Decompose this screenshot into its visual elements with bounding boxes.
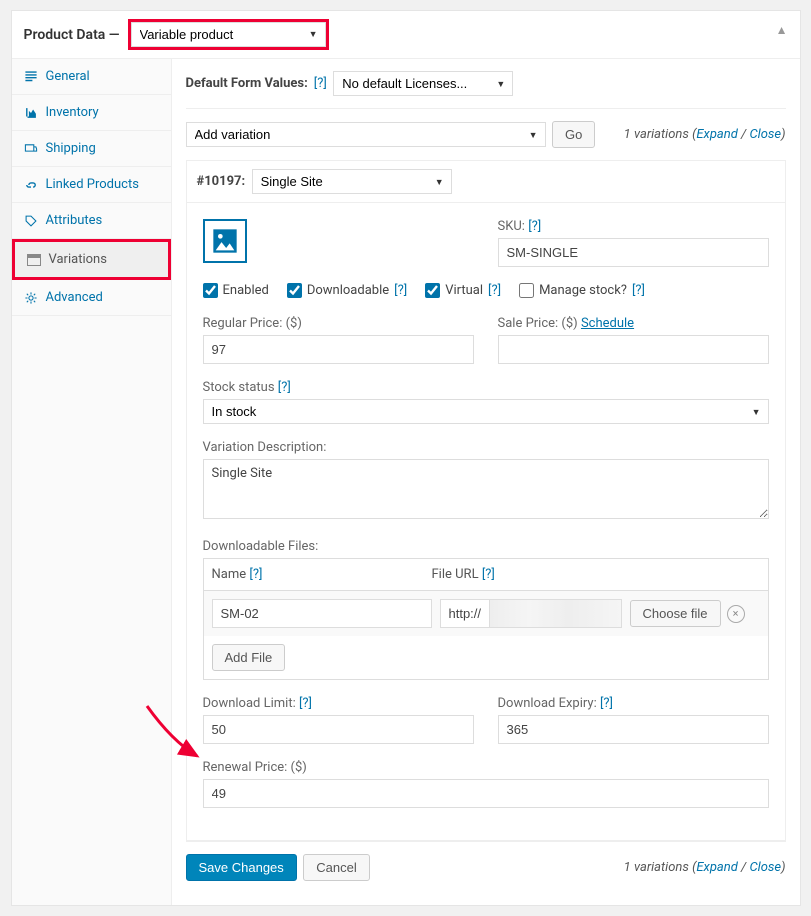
sidebar-item-linked-products[interactable]: Linked Products	[12, 167, 171, 203]
variations-info: 1 variations (Expand / Close)	[624, 127, 786, 142]
panel-title: Product Data —	[24, 27, 120, 43]
help-icon[interactable]: [?]	[632, 283, 645, 298]
download-expiry-input[interactable]	[498, 715, 769, 744]
downloadable-files-label: Downloadable Files:	[203, 539, 769, 554]
link-icon	[24, 178, 38, 192]
enabled-checkbox[interactable]	[203, 283, 218, 298]
manage-stock-checkbox-label[interactable]: Manage stock? [?]	[519, 283, 645, 298]
help-icon[interactable]: [?]	[528, 219, 541, 234]
gear-icon	[24, 291, 38, 305]
sidebar-item-attributes[interactable]: Attributes	[12, 203, 171, 239]
renewal-price-label: Renewal Price: ($)	[203, 760, 769, 775]
variation-attribute-select[interactable]: Single Site	[252, 169, 452, 194]
add-file-button[interactable]: Add File	[212, 644, 286, 671]
wrench-icon	[24, 70, 38, 84]
close-link[interactable]: Close	[749, 127, 781, 142]
file-name-header: Name [?]	[204, 559, 424, 590]
sidebar-item-shipping[interactable]: Shipping	[12, 131, 171, 167]
help-icon[interactable]: [?]	[488, 283, 501, 298]
virtual-checkbox-label[interactable]: Virtual [?]	[425, 283, 501, 298]
help-icon[interactable]: [?]	[482, 567, 495, 582]
help-icon[interactable]: [?]	[600, 696, 613, 711]
add-variation-select[interactable]: Add variation	[186, 122, 546, 147]
regular-price-input[interactable]	[203, 335, 474, 364]
downloadable-files-table: Name [?] File URL [?] xxxxxxxxxxxxxxxxx …	[203, 558, 769, 680]
file-url-input[interactable]	[440, 599, 490, 628]
sidebar-label: Variations	[49, 252, 107, 267]
variation-body: SKU: [?] Enabled Downloadable [?] Virtua…	[186, 203, 786, 841]
downloadable-checkbox[interactable]	[287, 283, 302, 298]
sidebar-label: Linked Products	[46, 177, 139, 192]
download-expiry-label: Download Expiry: [?]	[498, 696, 769, 711]
stock-status-label: Stock status [?]	[203, 380, 769, 395]
help-icon[interactable]: [?]	[394, 283, 407, 298]
sidebar-item-general[interactable]: General	[12, 59, 171, 95]
downloadable-checkbox-label[interactable]: Downloadable [?]	[287, 283, 407, 298]
product-type-select[interactable]: Variable product	[131, 22, 326, 47]
sidebar-item-advanced[interactable]: Advanced	[12, 280, 171, 316]
help-icon[interactable]: [?]	[299, 696, 312, 711]
sku-input[interactable]	[498, 238, 769, 267]
sidebar-label: General	[46, 69, 90, 84]
renewal-price-input[interactable]	[203, 779, 769, 808]
variation-id: #10197:	[197, 174, 246, 189]
virtual-checkbox[interactable]	[425, 283, 440, 298]
sale-price-input[interactable]	[498, 335, 769, 364]
stock-status-select[interactable]: In stock	[203, 399, 769, 424]
sidebar: General Inventory Shipping Linked Produc…	[12, 59, 172, 905]
sidebar-item-inventory[interactable]: Inventory	[12, 95, 171, 131]
variation-image-placeholder[interactable]	[203, 219, 247, 263]
sku-label: SKU: [?]	[498, 219, 769, 234]
collapse-toggle-icon[interactable]: ▲	[776, 23, 788, 37]
window-icon	[27, 254, 41, 266]
default-form-label: Default Form Values:	[186, 76, 308, 91]
regular-price-label: Regular Price: ($)	[203, 316, 474, 331]
variation-description-textarea[interactable]: Single Site	[203, 459, 769, 519]
panel-header: Product Data — Variable product ▲	[12, 11, 800, 59]
download-limit-input[interactable]	[203, 715, 474, 744]
main-content: Default Form Values: [?] No default Lice…	[172, 59, 800, 905]
product-data-panel: Product Data — Variable product ▲ Genera…	[11, 10, 801, 906]
footer-row: Save Changes Cancel 1 variations (Expand…	[186, 841, 786, 893]
manage-stock-checkbox[interactable]	[519, 283, 534, 298]
variation-header[interactable]: #10197: Single Site	[186, 160, 786, 203]
sidebar-label: Advanced	[46, 290, 103, 305]
sidebar-label: Shipping	[46, 141, 96, 156]
sidebar-label: Inventory	[46, 105, 99, 120]
go-button[interactable]: Go	[552, 121, 595, 148]
tag-icon	[24, 214, 38, 228]
help-icon[interactable]: [?]	[249, 567, 262, 582]
truck-icon	[24, 142, 38, 156]
file-name-input[interactable]	[212, 599, 432, 628]
choose-file-button[interactable]: Choose file	[630, 600, 721, 627]
close-link-bottom[interactable]: Close	[749, 860, 781, 875]
expand-link[interactable]: Expand	[696, 127, 737, 142]
help-icon[interactable]: [?]	[278, 380, 291, 395]
download-limit-label: Download Limit: [?]	[203, 696, 474, 711]
file-url-header: File URL [?]	[424, 559, 638, 590]
sidebar-item-variations[interactable]: Variations	[12, 239, 171, 280]
sale-price-label: Sale Price: ($) Schedule	[498, 316, 769, 331]
enabled-checkbox-label[interactable]: Enabled	[203, 283, 269, 298]
schedule-link[interactable]: Schedule	[581, 316, 634, 331]
variations-info-bottom: 1 variations (Expand / Close)	[624, 860, 786, 875]
help-icon[interactable]: [?]	[314, 76, 327, 91]
chart-icon	[24, 106, 38, 120]
variation-description-label: Variation Description:	[203, 440, 769, 455]
default-form-select[interactable]: No default Licenses...	[333, 71, 513, 96]
image-icon	[211, 227, 239, 255]
sidebar-label: Attributes	[46, 213, 103, 228]
expand-link-bottom[interactable]: Expand	[696, 860, 737, 875]
file-row: xxxxxxxxxxxxxxxxx Choose file ×	[204, 591, 768, 636]
remove-file-icon[interactable]: ×	[727, 605, 745, 623]
